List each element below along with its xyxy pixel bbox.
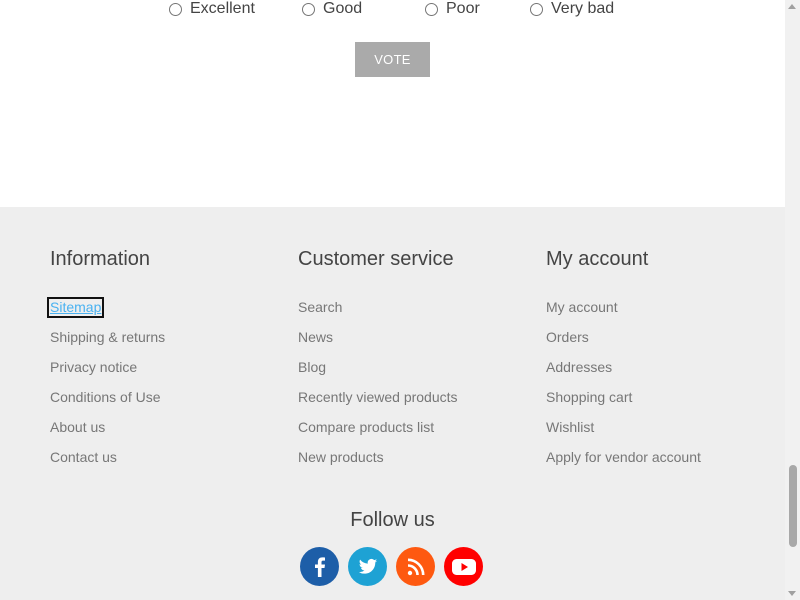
footer-link-contact-us[interactable]: Contact us [50, 450, 117, 465]
footer-link-recently-viewed[interactable]: Recently viewed products [298, 390, 458, 405]
footer-link-shipping-returns[interactable]: Shipping & returns [50, 330, 165, 345]
footer-link-about-us[interactable]: About us [50, 420, 105, 435]
scroll-down-arrow-icon[interactable] [788, 591, 796, 596]
facebook-icon[interactable] [300, 547, 339, 586]
footer-column-information: Information Sitemap Shipping & returns P… [46, 245, 165, 480]
poll-option-excellent[interactable]: Excellent [169, 0, 255, 18]
footer-column-title: My account [546, 248, 649, 270]
poll-option-label: Poor [446, 0, 480, 17]
footer-link-addresses[interactable]: Addresses [546, 360, 612, 375]
footer-column-customer-service: Customer service Search News Blog Recent… [298, 245, 458, 480]
vote-button[interactable]: VOTE [355, 42, 430, 77]
follow-us-heading: Follow us [350, 509, 435, 531]
poll-option-poor[interactable]: Poor [425, 0, 480, 18]
scroll-up-arrow-icon[interactable] [788, 4, 796, 9]
radio-button[interactable] [302, 2, 315, 16]
poll-option-label: Excellent [190, 0, 255, 17]
footer-link-my-account[interactable]: My account [546, 300, 618, 315]
footer-link-shopping-cart[interactable]: Shopping cart [546, 390, 632, 405]
poll-option-label: Very bad [551, 0, 615, 17]
youtube-icon[interactable] [444, 547, 483, 586]
social-links [300, 547, 483, 586]
scrollbar-thumb[interactable] [789, 465, 797, 547]
radio-button[interactable] [169, 2, 182, 16]
footer-link-privacy-notice[interactable]: Privacy notice [50, 360, 137, 375]
twitter-icon[interactable] [348, 547, 387, 586]
footer-link-wishlist[interactable]: Wishlist [546, 420, 594, 435]
rss-icon[interactable] [396, 547, 435, 586]
radio-button[interactable] [530, 2, 543, 16]
footer-link-sitemap[interactable]: Sitemap [46, 297, 105, 318]
footer: Information Sitemap Shipping & returns P… [0, 207, 785, 600]
radio-button[interactable] [425, 2, 438, 16]
poll-option-label: Good [323, 0, 363, 17]
poll-section: Excellent Good Poor Very bad VOTE [0, 0, 785, 207]
footer-column-my-account: My account My account Orders Addresses S… [546, 245, 701, 480]
footer-link-compare-products[interactable]: Compare products list [298, 420, 434, 435]
footer-link-search[interactable]: Search [298, 300, 342, 315]
vertical-scrollbar[interactable] [785, 0, 800, 600]
footer-link-new-products[interactable]: New products [298, 450, 384, 465]
footer-link-conditions-of-use[interactable]: Conditions of Use [50, 390, 161, 405]
footer-column-title: Customer service [298, 248, 454, 270]
footer-link-apply-vendor[interactable]: Apply for vendor account [546, 450, 701, 465]
footer-column-title: Information [50, 248, 151, 270]
poll-option-good[interactable]: Good [302, 0, 362, 18]
footer-link-blog[interactable]: Blog [298, 360, 326, 375]
poll-option-very-bad[interactable]: Very bad [530, 0, 614, 18]
footer-link-orders[interactable]: Orders [546, 330, 589, 345]
footer-link-news[interactable]: News [298, 330, 333, 345]
